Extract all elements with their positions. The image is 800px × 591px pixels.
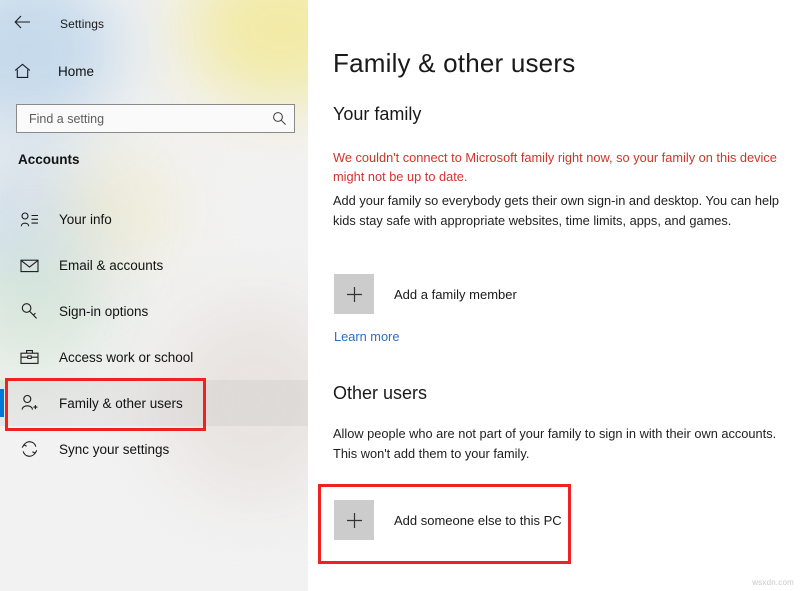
add-someone-else-label: Add someone else to this PC (394, 513, 562, 528)
sidebar-nav-list: Your info Email & accounts (0, 196, 308, 472)
page-title: Family & other users (333, 48, 575, 79)
plus-icon (334, 500, 374, 540)
watermark: wsxdn.com (752, 578, 794, 587)
family-connection-error: We couldn't connect to Microsoft family … (333, 148, 788, 186)
briefcase-icon (18, 346, 40, 368)
sidebar-item-family-other-users-label: Family & other users (59, 396, 183, 411)
sidebar-item-sign-in-options-label: Sign-in options (59, 304, 148, 319)
search-icon[interactable] (264, 105, 294, 132)
add-family-member-button[interactable]: Add a family member (334, 274, 517, 314)
other-users-heading: Other users (333, 383, 427, 404)
sidebar-item-access-work-school[interactable]: Access work or school (0, 334, 308, 380)
back-button[interactable] (0, 9, 44, 39)
person-add-icon (18, 392, 40, 414)
settings-window: Settings Home (0, 0, 800, 591)
window-title: Settings (60, 17, 104, 31)
selected-accent-bar (0, 389, 4, 417)
sync-icon (18, 438, 40, 460)
sidebar-item-sync-your-settings[interactable]: Sync your settings (0, 426, 308, 472)
sidebar: Settings Home (0, 0, 308, 591)
add-someone-else-button[interactable]: Add someone else to this PC (334, 500, 562, 540)
key-icon (18, 300, 40, 322)
plus-icon (334, 274, 374, 314)
sidebar-item-email-accounts[interactable]: Email & accounts (0, 242, 308, 288)
sidebar-item-your-info[interactable]: Your info (0, 196, 308, 242)
sidebar-item-family-other-users[interactable]: Family & other users (0, 380, 308, 426)
learn-more-link[interactable]: Learn more (334, 329, 399, 344)
add-family-member-label: Add a family member (394, 287, 517, 302)
sidebar-item-sign-in-options[interactable]: Sign-in options (0, 288, 308, 334)
sidebar-item-sync-your-settings-label: Sync your settings (59, 442, 169, 457)
your-family-heading: Your family (333, 104, 421, 125)
sidebar-item-email-accounts-label: Email & accounts (59, 258, 163, 273)
your-family-description: Add your family so everybody gets their … (333, 191, 791, 230)
search-input[interactable] (17, 112, 264, 126)
sidebar-item-home[interactable]: Home (14, 56, 294, 86)
sidebar-item-access-work-school-label: Access work or school (59, 350, 193, 365)
person-list-icon (18, 208, 40, 230)
main-content: Family & other users Your family We coul… (308, 0, 800, 591)
sidebar-item-your-info-label: Your info (59, 212, 112, 227)
search-box[interactable] (16, 104, 295, 133)
home-icon (14, 63, 44, 79)
title-bar: Settings (0, 8, 308, 40)
other-users-description: Allow people who are not part of your fa… (333, 424, 791, 463)
back-arrow-icon (14, 15, 31, 34)
sidebar-section-header: Accounts (18, 152, 80, 167)
envelope-icon (18, 254, 40, 276)
sidebar-item-home-label: Home (58, 64, 94, 79)
